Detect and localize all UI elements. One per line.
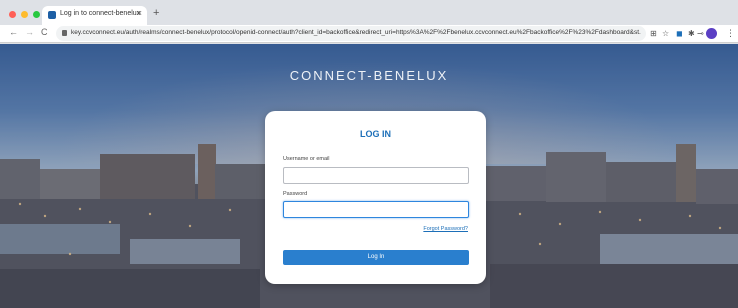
tab-title: Log in to connect-benelux xyxy=(60,10,141,17)
minimize-window-icon[interactable] xyxy=(21,11,28,18)
username-label: Username or email xyxy=(283,156,330,162)
browser-toolbar: ← → C key.ccvconnect.eu/auth/realms/conn… xyxy=(0,25,738,43)
reload-icon[interactable]: C xyxy=(41,27,48,37)
password-label: Password xyxy=(283,191,308,197)
favicon-icon xyxy=(48,11,56,19)
close-window-icon[interactable] xyxy=(9,11,16,18)
browser-tab[interactable]: Log in to connect-benelux × xyxy=(42,6,147,25)
tab-close-icon[interactable]: × xyxy=(137,8,142,18)
forgot-password-link[interactable]: Forgot Password? xyxy=(423,226,468,232)
login-title: LOG IN xyxy=(360,129,391,139)
key-icon[interactable]: ⊸ xyxy=(697,29,704,39)
puzzle-icon[interactable]: ✱ xyxy=(688,29,695,39)
forward-icon[interactable]: → xyxy=(25,27,34,37)
login-page: CONNECT-BENELUX LOG IN Username or email… xyxy=(0,44,738,308)
new-tab-button[interactable]: + xyxy=(153,7,159,19)
translate-icon[interactable]: ⊞ xyxy=(650,29,657,39)
brand-title: CONNECT-BENELUX xyxy=(289,68,449,83)
address-bar[interactable]: key.ccvconnect.eu/auth/realms/connect-be… xyxy=(56,26,646,41)
browser-tab-bar: Log in to connect-benelux × + xyxy=(0,0,738,25)
login-button[interactable]: Log In xyxy=(283,250,469,265)
username-input[interactable] xyxy=(283,167,469,184)
login-card: LOG IN Username or email Password Forgot… xyxy=(265,111,486,284)
extension-icon[interactable]: ◼ xyxy=(676,29,683,39)
maximize-window-icon[interactable] xyxy=(33,11,40,18)
url-text[interactable]: key.ccvconnect.eu/auth/realms/connect-be… xyxy=(71,29,641,36)
back-icon[interactable]: ← xyxy=(9,27,18,37)
password-input[interactable] xyxy=(283,201,469,218)
star-icon[interactable]: ☆ xyxy=(662,29,669,39)
menu-icon[interactable]: ⋮ xyxy=(726,28,735,39)
lock-icon[interactable] xyxy=(62,30,67,36)
profile-avatar-icon[interactable] xyxy=(706,28,717,39)
